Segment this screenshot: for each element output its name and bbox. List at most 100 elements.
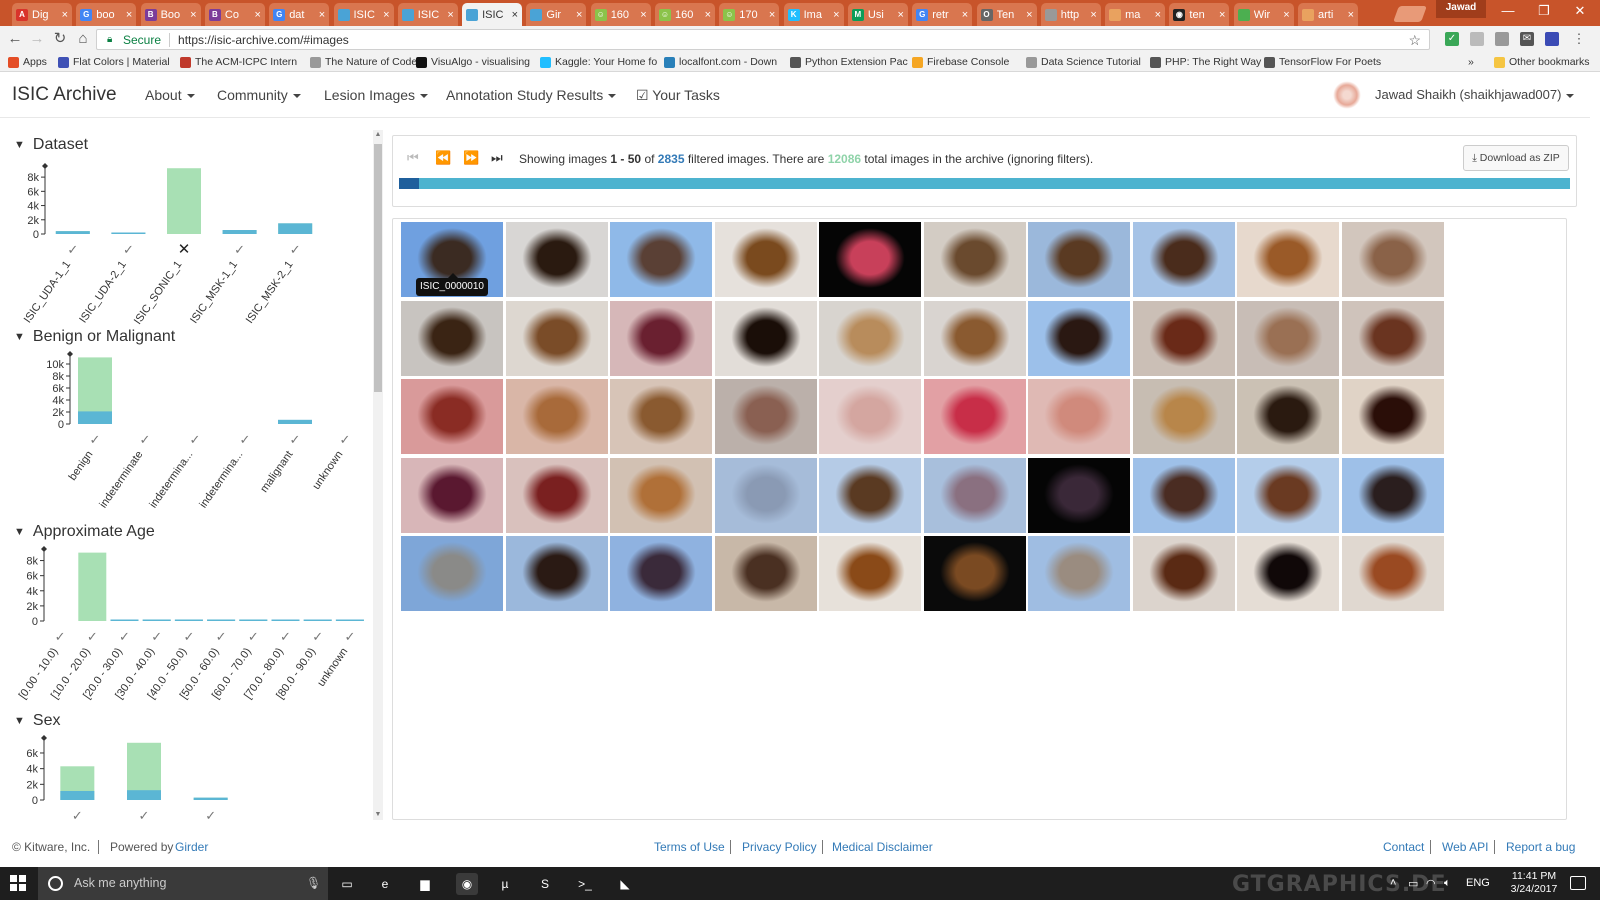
bookmark-item[interactable]: Kaggle: Your Home fo [540,55,657,69]
terms-link[interactable]: Terms of Use [654,840,725,854]
browser-tab[interactable]: B Boo × [140,3,201,26]
lesion-thumbnail[interactable] [401,536,503,611]
browser-tab[interactable]: Gir × [526,3,587,26]
prev-page-icon[interactable]: ⏪ [435,150,451,166]
bookmark-star-icon[interactable]: ☆ [1408,32,1421,49]
new-tab-button[interactable] [1393,6,1427,22]
file-explorer-icon[interactable]: ▆ [414,873,436,895]
lesion-thumbnail[interactable] [819,457,921,533]
lesion-thumbnail[interactable] [1132,536,1235,611]
forward-icon[interactable]: → [28,30,46,48]
check-icon[interactable]: ✓ [280,630,291,645]
lesion-thumbnail[interactable] [923,222,1026,297]
facet-title-approximate-age[interactable]: ▼ Approximate Age [14,523,155,541]
lesion-thumbnail[interactable] [1237,457,1339,533]
browser-tab[interactable]: B Co × [204,3,265,26]
bar-filtered[interactable] [111,232,146,235]
terminal-icon[interactable]: >_ [574,873,596,895]
close-tab-icon[interactable]: × [1219,9,1225,21]
lesion-thumbnail[interactable] [819,536,921,611]
bookmark-item[interactable]: PHP: The Right Way [1150,55,1261,69]
bookmark-item[interactable]: The ACM-ICPC Intern [180,55,297,69]
browser-tab[interactable]: ISIC × [333,3,394,26]
lesion-thumbnail[interactable] [923,379,1026,454]
close-tab-icon[interactable]: × [833,9,839,21]
edge-icon[interactable]: e [374,873,396,895]
lesion-thumbnail[interactable] [1132,222,1235,297]
lesion-thumbnail[interactable] [1341,222,1444,297]
check-icon[interactable]: ✓ [139,809,150,820]
bar-filtered[interactable] [207,619,236,621]
menu-dots-icon[interactable]: ⋮ [1572,32,1586,46]
check-icon[interactable]: ✓ [234,243,245,258]
close-tab-icon[interactable]: × [1090,9,1096,21]
browser-tab[interactable]: Wir × [1233,3,1294,26]
lesion-thumbnail[interactable] [1028,379,1130,454]
browser-tab[interactable]: arti × [1298,3,1358,26]
battery-icon[interactable]: ▭ [1408,877,1418,890]
bookmark-item[interactable]: VisuAlgo - visualising [416,55,530,69]
close-tab-icon[interactable]: × [640,9,646,21]
bar-filtered[interactable] [271,619,300,622]
lesion-thumbnail[interactable] [1341,457,1444,533]
lesion-thumbnail[interactable] [610,222,712,297]
close-tab-icon[interactable]: × [1283,9,1289,21]
wifi-icon[interactable]: ◠ [1426,877,1436,890]
axis-handle-icon[interactable] [41,546,47,552]
browser-tab[interactable]: ☺ 170 × [719,3,780,26]
axis-handle-icon[interactable] [41,735,47,741]
lesion-thumbnail[interactable] [401,300,503,376]
privacy-link[interactable]: Privacy Policy [742,840,817,854]
home-icon[interactable]: ⌂ [74,30,92,48]
facet-title-dataset[interactable]: ▼ Dataset [14,136,88,154]
browser-tab[interactable]: Gretr × [912,3,973,26]
check-icon[interactable]: ✓ [140,433,151,448]
check-icon[interactable]: ✓ [67,243,78,258]
lesion-thumbnail[interactable] [610,379,712,454]
close-tab-icon[interactable]: × [190,9,196,21]
facet-title-benign-malignant[interactable]: ▼ Benign or Malignant [14,328,175,346]
bar-total[interactable] [78,552,107,621]
bar-filtered[interactable] [55,231,90,234]
cross-icon[interactable]: ✕ [178,240,191,258]
bookmark-item[interactable]: Firebase Console [912,55,1009,69]
lesion-thumbnail[interactable] [714,536,817,611]
lesion-thumbnail[interactable] [1341,379,1444,454]
first-page-icon[interactable]: ⏮ [407,150,419,166]
close-tab-icon[interactable]: × [383,9,389,21]
check-icon[interactable]: ✓ [248,630,259,645]
bar-filtered[interactable] [278,223,313,234]
browser-tab[interactable]: O Ten × [976,3,1037,26]
lesion-thumbnail[interactable] [610,536,712,611]
lesion-thumbnail[interactable] [923,457,1026,533]
lesion-thumbnail[interactable] [1341,300,1444,376]
bookmark-item[interactable]: The Nature of Code [310,55,417,69]
lesion-thumbnail[interactable] [610,300,712,376]
browser-tab[interactable]: Gdat × [269,3,330,26]
lesion-thumbnail[interactable] [505,379,608,454]
web-api-link[interactable]: Web API [1442,840,1488,854]
lesion-thumbnail[interactable] [401,457,503,533]
check-icon[interactable]: ✓ [123,243,134,258]
avatar[interactable] [1333,81,1361,109]
lesion-thumbnail[interactable] [714,300,817,376]
menu-lesion-images[interactable]: Lesion Images [324,87,429,103]
bar-filtered[interactable] [78,411,112,424]
check-icon[interactable]: ✓ [190,433,201,448]
close-tab-icon[interactable]: × [1348,9,1354,21]
lesion-thumbnail[interactable] [714,222,817,297]
browser-tab[interactable]: ☺ 160 × [655,3,715,26]
lesion-thumbnail[interactable] [610,457,712,533]
scrollbar-thumb[interactable] [374,144,382,392]
lesion-thumbnail[interactable] [1132,300,1235,376]
lesion-thumbnail[interactable] [819,300,921,376]
lesion-thumbnail[interactable] [1341,536,1444,611]
last-page-icon[interactable]: ⏭ [491,150,503,166]
close-tab-icon[interactable]: × [447,9,453,21]
browser-tab[interactable]: K Ima × [783,3,844,26]
lesion-thumbnail[interactable] [714,457,817,533]
menu-your-tasks[interactable]: ☑ Your Tasks [636,87,720,104]
close-tab-icon[interactable]: × [1026,9,1032,21]
check-icon[interactable]: ✓ [87,630,98,645]
lesion-thumbnail[interactable] [1028,222,1130,297]
